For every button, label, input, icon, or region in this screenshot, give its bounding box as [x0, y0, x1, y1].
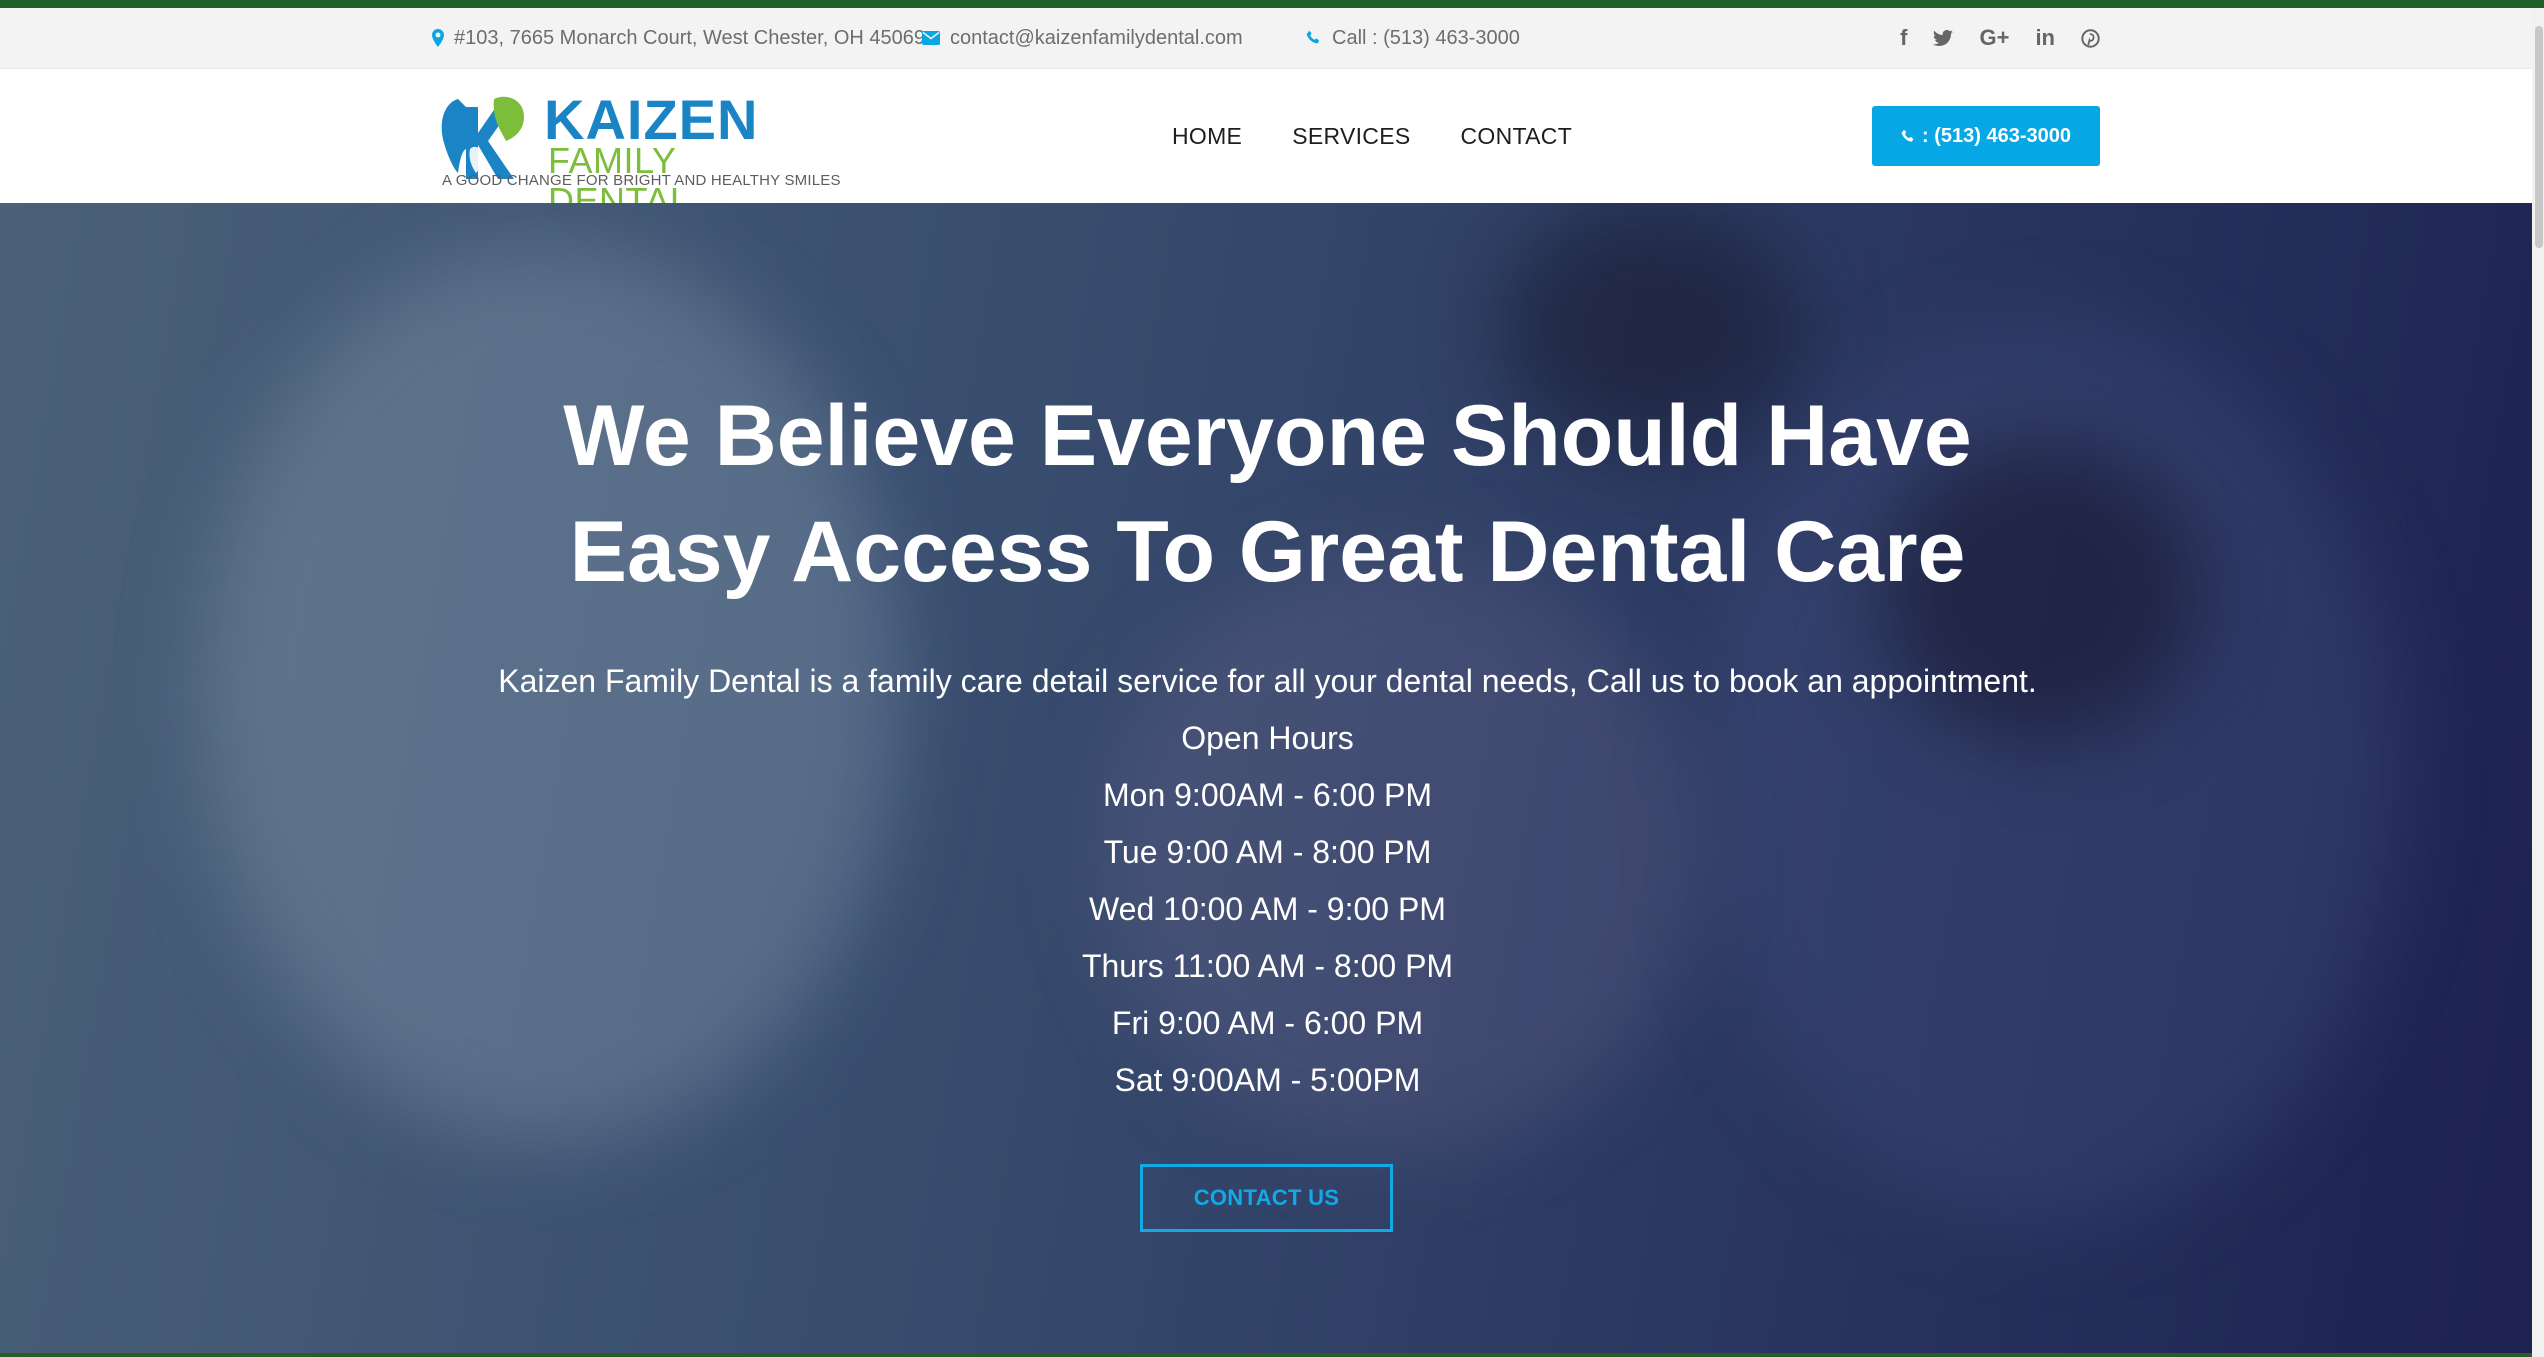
hero-headline: We Believe Everyone Should Have Easy Acc… — [0, 378, 2535, 610]
hours-tuesday: Tue 9:00 AM - 8:00 PM — [1103, 834, 1432, 870]
hero-headline-line1: We Believe Everyone Should Have — [563, 388, 1972, 484]
phone-icon — [1306, 30, 1322, 46]
phone-link[interactable]: Call : (513) 463-3000 — [1332, 27, 1520, 50]
top-info-bar-inner: #103, 7665 Monarch Court, West Chester, … — [432, 8, 2100, 68]
linkedin-icon[interactable]: in — [2035, 25, 2055, 51]
nav-home[interactable]: HOME — [1172, 123, 1242, 150]
email-link[interactable]: contact@kaizenfamilydental.com — [950, 27, 1243, 50]
hours-thursday: Thurs 11:00 AM - 8:00 PM — [1081, 948, 1454, 984]
hours-wednesday: Wed 10:00 AM - 9:00 PM — [1089, 891, 1446, 927]
logo-tagline: A GOOD CHANGE FOR BRIGHT AND HEALTHY SMI… — [442, 172, 841, 189]
open-hours-heading: Open Hours — [1181, 720, 1354, 756]
twitter-icon[interactable] — [1933, 30, 1954, 46]
header-call-label: : (513) 463-3000 — [1922, 124, 2071, 147]
page-scrollbar-thumb[interactable] — [2535, 26, 2543, 248]
contact-us-button[interactable]: CONTACT US — [1140, 1164, 1393, 1232]
nav-services[interactable]: SERVICES — [1292, 123, 1410, 150]
hours-monday: Mon 9:00AM - 6:00 PM — [1102, 777, 1433, 813]
main-nav: HOME SERVICES CONTACT — [1172, 69, 1572, 203]
envelope-icon — [922, 31, 940, 45]
kaizen-logo[interactable]: KAIZEN FAMILY DENTAL A GOOD CHANGE FOR B… — [436, 89, 840, 221]
social-links: f G+ in — [1900, 8, 2100, 68]
hero-details: Kaizen Family Dental is a family care de… — [0, 653, 2535, 1109]
hero-description: Kaizen Family Dental is a family care de… — [498, 663, 2037, 699]
header-call-button[interactable]: : (513) 463-3000 — [1872, 106, 2100, 166]
top-info-bar: #103, 7665 Monarch Court, West Chester, … — [0, 8, 2544, 69]
address-item: #103, 7665 Monarch Court, West Chester, … — [432, 8, 925, 68]
nav-contact[interactable]: CONTACT — [1461, 123, 1573, 150]
hero-bottom-border — [0, 1353, 2544, 1357]
google-plus-icon[interactable]: G+ — [1979, 25, 2009, 51]
hero-headline-line2: Easy Access To Great Dental Care — [569, 504, 1966, 600]
phone-item[interactable]: Call : (513) 463-3000 — [1306, 8, 1520, 68]
top-accent-bar — [0, 0, 2544, 8]
map-marker-icon — [432, 29, 444, 47]
hero-section: We Believe Everyone Should Have Easy Acc… — [0, 203, 2544, 1357]
hours-saturday: Sat 9:00AM - 5:00PM — [1114, 1062, 1421, 1098]
address-text: #103, 7665 Monarch Court, West Chester, … — [454, 26, 926, 49]
phone-icon — [1901, 129, 1916, 144]
site-header: KAIZEN FAMILY DENTAL A GOOD CHANGE FOR B… — [0, 69, 2544, 221]
hours-friday: Fri 9:00 AM - 6:00 PM — [1111, 1005, 1424, 1041]
pinterest-icon[interactable] — [2081, 28, 2100, 48]
facebook-icon[interactable]: f — [1900, 25, 1907, 51]
email-item[interactable]: contact@kaizenfamilydental.com — [922, 8, 1243, 68]
